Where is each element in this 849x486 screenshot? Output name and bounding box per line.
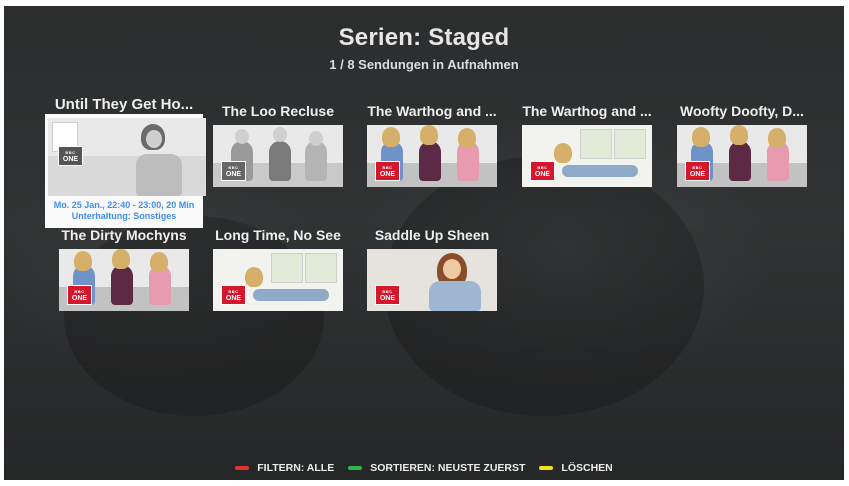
thumb-hair xyxy=(112,249,130,269)
thumb-hair xyxy=(150,252,168,272)
recording-tile[interactable]: The Warthog and ... BBC ONE xyxy=(356,102,508,187)
logo-text-bottom: ONE xyxy=(379,295,396,302)
recording-tile[interactable]: Woofty Doofty, D... BBC ONE xyxy=(666,102,818,187)
delete-hint[interactable]: LÖSCHEN xyxy=(539,462,613,474)
tile-thumbnail: BBC ONE xyxy=(367,125,497,187)
recording-tile[interactable]: Saddle Up Sheen BBC ONE xyxy=(356,226,508,311)
logo-text-bottom: ONE xyxy=(62,156,79,163)
logo-text-top: BBC xyxy=(382,289,393,294)
tile-title: Woofty Doofty, D... xyxy=(680,103,804,119)
thumb-window xyxy=(580,129,612,159)
sort-label: SORTIEREN: NEUSTE ZUERST xyxy=(370,462,526,474)
thumb-person xyxy=(729,141,751,181)
tile-thumbnail: BBC ONE xyxy=(59,249,189,311)
thumb-person xyxy=(269,141,291,181)
thumb-hair xyxy=(74,251,92,271)
red-button-icon xyxy=(235,466,250,470)
thumb-person xyxy=(419,141,441,181)
sort-hint[interactable]: SORTIEREN: NEUSTE ZUERST xyxy=(348,462,525,474)
thumb-head xyxy=(273,127,287,142)
tile-title: The Loo Recluse xyxy=(221,103,335,119)
thumb-hair xyxy=(420,125,438,145)
tile-thumbnail: BBC ONE xyxy=(213,125,343,187)
thumb-hair xyxy=(382,127,400,147)
logo-text-bottom: ONE xyxy=(379,171,396,178)
logo-text-bottom: ONE xyxy=(534,171,551,178)
thumb-head xyxy=(235,129,249,144)
thumb-window xyxy=(305,253,337,283)
tile-title: The Warthog and ... xyxy=(367,103,497,119)
logo-text-bottom: ONE xyxy=(225,171,242,178)
thumb-hair xyxy=(692,127,710,147)
thumb-hair xyxy=(554,143,572,163)
channel-logo: BBC ONE xyxy=(67,285,92,305)
recording-tile[interactable]: Long Time, No See BBC ONE xyxy=(202,226,354,311)
tile-thumbnail: BBC ONE xyxy=(48,118,206,196)
green-button-icon xyxy=(348,466,363,470)
thumb-person xyxy=(136,154,182,196)
thumb-window xyxy=(271,253,303,283)
tv-screen: Serien: Staged 1 / 8 Sendungen in Aufnah… xyxy=(4,6,844,480)
channel-logo: BBC ONE xyxy=(375,161,400,181)
logo-text-top: BBC xyxy=(65,150,76,155)
yellow-button-icon xyxy=(539,466,554,470)
channel-logo: BBC ONE xyxy=(685,161,710,181)
channel-logo: BBC ONE xyxy=(375,285,400,305)
logo-text-top: BBC xyxy=(74,289,85,294)
page-subtitle: 1 / 8 Sendungen in Aufnahmen xyxy=(329,57,519,72)
thumb-head xyxy=(443,259,461,279)
tile-title: Saddle Up Sheen xyxy=(374,227,490,243)
thumb-person-lying xyxy=(253,289,329,301)
tile-thumbnail: BBC ONE xyxy=(367,249,497,311)
recording-tile[interactable]: The Warthog and ... BBC ONE xyxy=(511,102,663,187)
recording-tile[interactable]: The Loo Recluse BBC ONE xyxy=(202,102,354,187)
thumb-head xyxy=(309,131,323,146)
channel-logo: BBC ONE xyxy=(58,146,83,166)
tile-title: The Dirty Mochyns xyxy=(61,227,187,243)
logo-text-bottom: ONE xyxy=(225,295,242,302)
thumb-hair xyxy=(245,267,263,287)
channel-logo: BBC ONE xyxy=(530,161,555,181)
tile-thumbnail: BBC ONE xyxy=(213,249,343,311)
recording-tile[interactable]: Until They Get Ho... BBC ONE xyxy=(48,96,206,196)
tile-title: The Warthog and ... xyxy=(522,103,652,119)
thumb-window xyxy=(614,129,646,159)
air-time: Mo. 25 Jan., 22:40 - 23:00, 20 Min xyxy=(53,200,195,210)
page-title: Serien: Staged xyxy=(338,24,510,51)
logo-text-top: BBC xyxy=(692,165,703,170)
genre: Unterhaltung: Sonstiges xyxy=(71,211,177,221)
focused-info: Mo. 25 Jan., 22:40 - 23:00, 20 Min Unter… xyxy=(45,200,203,222)
thumb-person xyxy=(429,281,481,311)
thumb-hair xyxy=(768,128,786,148)
header: Serien: Staged 1 / 8 Sendungen in Aufnah… xyxy=(4,24,844,72)
filter-hint[interactable]: FILTERN: ALLE xyxy=(235,462,334,474)
button-hints: FILTERN: ALLE SORTIEREN: NEUSTE ZUERST L… xyxy=(4,462,844,474)
channel-logo: BBC ONE xyxy=(221,285,246,305)
thumb-person-lying xyxy=(562,165,638,177)
thumb-person xyxy=(111,265,133,305)
logo-text-top: BBC xyxy=(228,165,239,170)
thumb-hair xyxy=(458,128,476,148)
tile-thumbnail: BBC ONE xyxy=(677,125,807,187)
tile-thumbnail: BBC ONE xyxy=(522,125,652,187)
logo-text-top: BBC xyxy=(228,289,239,294)
thumb-person xyxy=(305,141,327,181)
thumb-head xyxy=(146,130,162,148)
recording-tile[interactable]: The Dirty Mochyns BBC ONE xyxy=(48,226,200,311)
delete-label: LÖSCHEN xyxy=(561,462,613,474)
logo-text-top: BBC xyxy=(382,165,393,170)
tile-title: Until They Get Ho... xyxy=(54,96,194,113)
thumb-hair xyxy=(730,125,748,145)
filter-label: FILTERN: ALLE xyxy=(257,462,335,474)
channel-logo: BBC ONE xyxy=(221,161,246,181)
logo-text-bottom: ONE xyxy=(71,295,88,302)
logo-text-bottom: ONE xyxy=(689,171,706,178)
logo-text-top: BBC xyxy=(537,165,548,170)
tile-title: Long Time, No See xyxy=(215,227,341,243)
